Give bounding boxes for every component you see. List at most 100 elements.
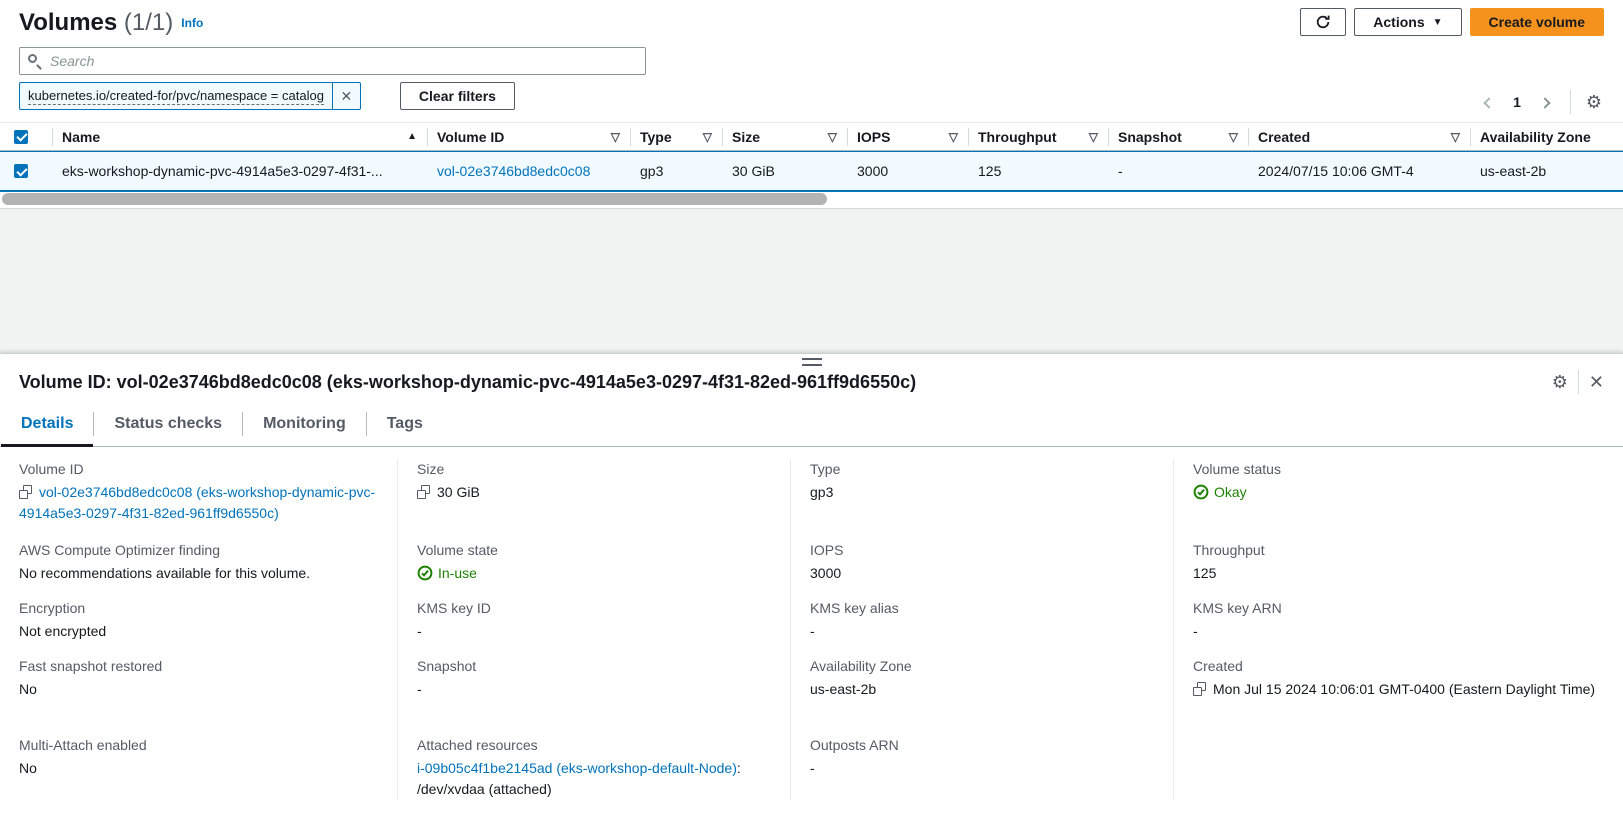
- table-preferences-button[interactable]: ⚙: [1584, 91, 1604, 113]
- filter-icon[interactable]: ▽: [703, 130, 712, 144]
- copy-icon[interactable]: [417, 485, 430, 499]
- status-okay-icon: [1193, 484, 1209, 500]
- field-availability-zone: Availability Zone us-east-2b: [790, 656, 1173, 735]
- column-header-snapshot[interactable]: Snapshot ▽: [1108, 123, 1248, 150]
- row-select-cell: [0, 152, 52, 190]
- horizontal-scrollbar-thumb[interactable]: [2, 193, 827, 205]
- cell-created: 2024/07/15 10:06 GMT-4: [1248, 152, 1470, 190]
- field-multi-attach: Multi-Attach enabled No: [0, 735, 397, 800]
- column-label: Throughput: [978, 129, 1057, 145]
- field-snapshot: Snapshot -: [397, 656, 790, 735]
- volume-id-link[interactable]: vol-02e3746bd8edc0c08: [437, 163, 590, 179]
- field-size: Size 30 GiB: [397, 459, 790, 540]
- attached-instance-link[interactable]: i-09b05c4f1be2145ad (eks-workshop-defaul…: [417, 760, 737, 776]
- field-kms-key-arn: KMS key ARN -: [1173, 598, 1623, 656]
- field-label: IOPS: [810, 540, 1154, 561]
- filter-token[interactable]: kubernetes.io/created-for/pvc/namespace …: [19, 82, 361, 110]
- column-header-name[interactable]: Name ▲: [52, 123, 427, 150]
- field-label: KMS key alias: [810, 598, 1154, 619]
- column-header-iops[interactable]: IOPS ▽: [847, 123, 968, 150]
- filter-icon[interactable]: ▽: [1451, 130, 1460, 144]
- pagination-page-button[interactable]: 1: [1505, 90, 1529, 114]
- tab-details[interactable]: Details: [1, 402, 93, 446]
- field-label: Multi-Attach enabled: [19, 735, 378, 756]
- column-label: Size: [732, 129, 760, 145]
- field-label: Volume status: [1193, 459, 1604, 480]
- table-row[interactable]: eks-workshop-dynamic-pvc-4914a5e3-0297-4…: [0, 151, 1623, 192]
- refresh-icon: [1315, 14, 1331, 30]
- split-panel-drag-handle[interactable]: [802, 358, 822, 366]
- panel-close-button[interactable]: ✕: [1589, 373, 1604, 391]
- info-link[interactable]: Info: [181, 16, 203, 30]
- column-header-type[interactable]: Type ▽: [630, 123, 722, 150]
- gear-icon: ⚙: [1552, 372, 1568, 392]
- field-volume-state: Volume state In-use: [397, 540, 790, 598]
- column-label: Type: [640, 129, 672, 145]
- filter-icon[interactable]: ▽: [828, 130, 837, 144]
- field-label: Size: [417, 459, 771, 480]
- filter-icon[interactable]: ▽: [949, 130, 958, 144]
- chevron-right-icon: [1539, 97, 1550, 108]
- field-volume-status: Volume status Okay: [1173, 459, 1623, 540]
- field-label: Encryption: [19, 598, 378, 619]
- field-created: Created Mon Jul 15 2024 10:06:01 GMT-040…: [1173, 656, 1623, 735]
- actions-label: Actions: [1373, 14, 1424, 30]
- tab-tags[interactable]: Tags: [367, 402, 443, 446]
- field-label: Snapshot: [417, 656, 771, 677]
- tab-status-checks[interactable]: Status checks: [94, 402, 242, 446]
- gear-icon: ⚙: [1586, 92, 1602, 112]
- filter-icon[interactable]: ▽: [1229, 130, 1238, 144]
- field-kms-key-id: KMS key ID -: [397, 598, 790, 656]
- panel-preferences-button[interactable]: ⚙: [1552, 373, 1568, 391]
- field-label: Availability Zone: [810, 656, 1154, 677]
- copy-icon[interactable]: [1193, 682, 1206, 696]
- select-all-checkbox[interactable]: [14, 130, 28, 144]
- row-checkbox[interactable]: [14, 164, 28, 178]
- column-header-availability-zone[interactable]: Availability Zone: [1470, 123, 1623, 150]
- status-in-use-icon: [417, 565, 433, 581]
- attached-device: /dev/xvdaa (attached): [417, 781, 552, 797]
- field-optimizer-finding: AWS Compute Optimizer finding No recomme…: [0, 540, 397, 598]
- volumes-page-top: Volumes (1/1) Info Actions ▼ Create volum…: [0, 0, 1623, 209]
- copy-icon[interactable]: [19, 485, 32, 499]
- column-header-throughput[interactable]: Throughput ▽: [968, 123, 1108, 150]
- clear-filters-button[interactable]: Clear filters: [400, 82, 515, 110]
- create-volume-button[interactable]: Create volume: [1470, 8, 1604, 36]
- page-title-text: Volumes: [19, 9, 117, 36]
- column-label: Created: [1258, 129, 1310, 145]
- search-icon: [28, 54, 37, 63]
- field-label: Type: [810, 459, 1154, 480]
- volume-id-detail-link[interactable]: vol-02e3746bd8edc0c08 (eks-workshop-dyna…: [19, 484, 375, 521]
- refresh-button[interactable]: [1300, 8, 1346, 36]
- horizontal-scrollbar[interactable]: [0, 193, 1623, 206]
- column-header-volume-id[interactable]: Volume ID ▽: [427, 123, 630, 150]
- search-input[interactable]: [19, 47, 646, 75]
- field-iops: IOPS 3000: [790, 540, 1173, 598]
- tab-monitoring[interactable]: Monitoring: [243, 402, 366, 446]
- split-panel: Volume ID: vol-02e3746bd8edc0c08 (eks-wo…: [0, 353, 1623, 834]
- cell-type: gp3: [630, 152, 722, 190]
- actions-dropdown-button[interactable]: Actions ▼: [1354, 8, 1461, 36]
- field-label: AWS Compute Optimizer finding: [19, 540, 378, 561]
- pagination-previous-button[interactable]: [1477, 90, 1501, 114]
- pagination-next-button[interactable]: [1533, 90, 1557, 114]
- filter-icon[interactable]: ▽: [1089, 130, 1098, 144]
- filter-token-remove-button[interactable]: ✕: [332, 83, 360, 109]
- cell-size: 30 GiB: [722, 152, 847, 190]
- volumes-count: (1/1): [124, 9, 173, 36]
- chevron-down-icon: ▼: [1433, 17, 1443, 28]
- column-label: Name: [62, 129, 100, 145]
- field-throughput: Throughput 125: [1173, 540, 1623, 598]
- panel-title: Volume ID: vol-02e3746bd8edc0c08 (eks-wo…: [19, 372, 916, 393]
- filter-icon[interactable]: ▽: [611, 130, 620, 144]
- column-label: IOPS: [857, 129, 890, 145]
- filter-token-label: kubernetes.io/created-for/pvc/namespace …: [20, 83, 332, 109]
- field-encryption: Encryption Not encrypted: [0, 598, 397, 656]
- field-label: KMS key ID: [417, 598, 771, 619]
- table-header: Name ▲ Volume ID ▽ Type ▽ Size ▽ IOPS ▽ …: [0, 122, 1623, 151]
- close-icon: ✕: [1589, 372, 1604, 392]
- column-header-created[interactable]: Created ▽: [1248, 123, 1470, 150]
- column-header-size[interactable]: Size ▽: [722, 123, 847, 150]
- field-label: Created: [1193, 656, 1604, 677]
- field-kms-key-alias: KMS key alias -: [790, 598, 1173, 656]
